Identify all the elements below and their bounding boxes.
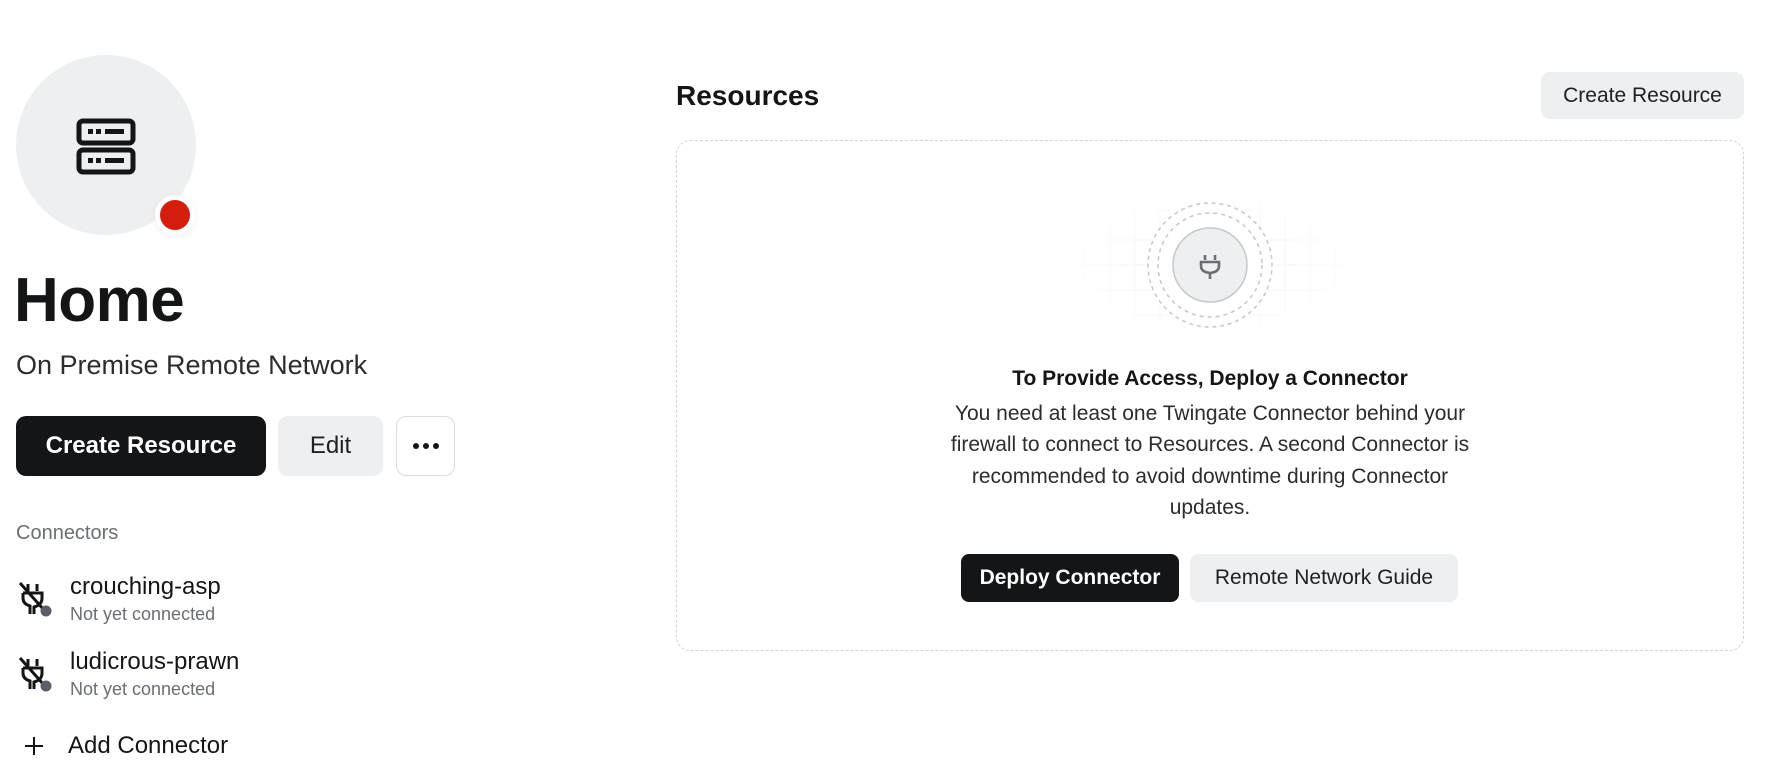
empty-state-title: To Provide Access, Deploy a Connector <box>1012 367 1408 390</box>
plug-disconnected-icon <box>18 582 52 617</box>
connector-status: Not yet connected <box>70 679 216 699</box>
create-resource-header-button[interactable]: Create Resource <box>1541 72 1744 119</box>
connector-status: Not yet connected <box>70 604 216 624</box>
connectors-label: Connectors <box>16 522 119 544</box>
network-type: On Premise Remote Network <box>16 350 368 380</box>
create-resource-button[interactable]: Create Resource <box>16 416 266 476</box>
edit-button[interactable]: Edit <box>278 416 383 476</box>
empty-state-description: You need at least one Twingate Connector… <box>950 402 1470 519</box>
network-name: Home <box>14 266 185 335</box>
deploy-connector-button[interactable]: Deploy Connector <box>961 554 1179 602</box>
connector-name: crouching-asp <box>70 573 221 600</box>
server-icon <box>76 118 136 175</box>
resources-heading: Resources <box>676 80 820 111</box>
add-connector-label: Add Connector <box>68 732 229 759</box>
connector-item[interactable]: crouching-asp Not yet connected <box>16 572 416 632</box>
add-connector-button[interactable]: Add Connector <box>16 728 228 764</box>
plug-disconnected-icon <box>18 657 52 692</box>
more-horizontal-icon <box>412 443 439 449</box>
offline-status-indicator <box>155 195 195 235</box>
more-options-button[interactable] <box>396 416 455 476</box>
connector-illustration <box>1050 185 1370 345</box>
plus-icon <box>22 734 46 758</box>
remote-network-guide-button[interactable]: Remote Network Guide <box>1190 554 1458 602</box>
connector-name: ludicrous-prawn <box>70 648 240 675</box>
connector-item[interactable]: ludicrous-prawn Not yet connected <box>16 647 416 707</box>
